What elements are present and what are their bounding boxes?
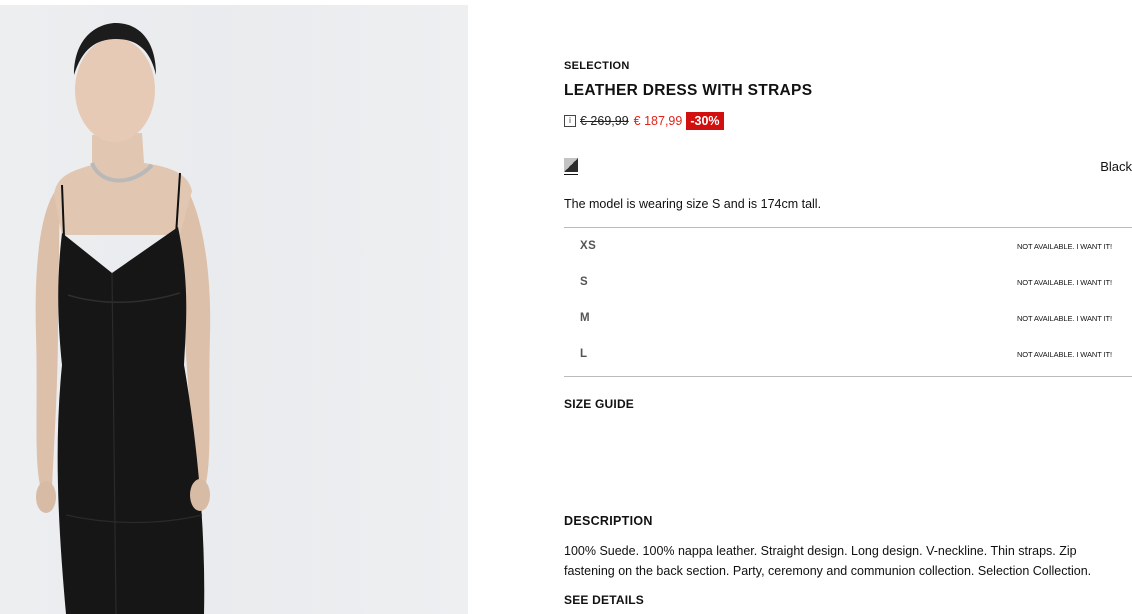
size-option-s[interactable]: S NOT AVAILABLE. I WANT IT!: [564, 264, 1132, 300]
info-icon[interactable]: i: [564, 115, 576, 127]
description-text: 100% Suede. 100% nappa leather. Straight…: [564, 544, 1092, 578]
size-option-xs[interactable]: XS NOT AVAILABLE. I WANT IT!: [564, 228, 1132, 264]
size-label: XS: [580, 240, 597, 252]
size-label: L: [580, 348, 588, 360]
size-list: XS NOT AVAILABLE. I WANT IT! S NOT AVAIL…: [564, 227, 1132, 377]
collection-label: SELECTION: [564, 60, 630, 72]
color-swatch-button[interactable]: [564, 158, 578, 175]
selected-color-name: Black: [1100, 159, 1132, 174]
model-size-note: The model is wearing size S and is 174cm…: [564, 197, 822, 211]
model-figure: [35, 23, 211, 614]
size-availability[interactable]: NOT AVAILABLE. I WANT IT!: [1017, 242, 1112, 251]
size-option-l[interactable]: L NOT AVAILABLE. I WANT IT!: [564, 336, 1132, 372]
product-title: LEATHER DRESS WITH STRAPS: [564, 82, 813, 99]
size-option-m[interactable]: M NOT AVAILABLE. I WANT IT!: [564, 300, 1132, 336]
size-availability[interactable]: NOT AVAILABLE. I WANT IT!: [1017, 278, 1112, 287]
discount-badge: -30%: [686, 112, 724, 130]
product-info-panel: SELECTION LEATHER DRESS WITH STRAPS i € …: [564, 0, 1132, 614]
color-swatch-icon: [564, 158, 578, 172]
price-row: i € 269,99 € 187,99 -30%: [564, 112, 724, 130]
size-guide-link[interactable]: SIZE GUIDE: [564, 397, 634, 411]
size-label: M: [580, 312, 591, 324]
size-availability[interactable]: NOT AVAILABLE. I WANT IT!: [1017, 350, 1112, 359]
description-heading: DESCRIPTION: [564, 514, 653, 528]
product-image[interactable]: [0, 5, 468, 614]
sale-price: € 187,99: [633, 114, 683, 128]
see-details-link[interactable]: SEE DETAILS: [564, 593, 644, 607]
size-availability[interactable]: NOT AVAILABLE. I WANT IT!: [1017, 314, 1112, 323]
original-price: € 269,99: [580, 114, 629, 128]
size-label: S: [580, 276, 589, 288]
